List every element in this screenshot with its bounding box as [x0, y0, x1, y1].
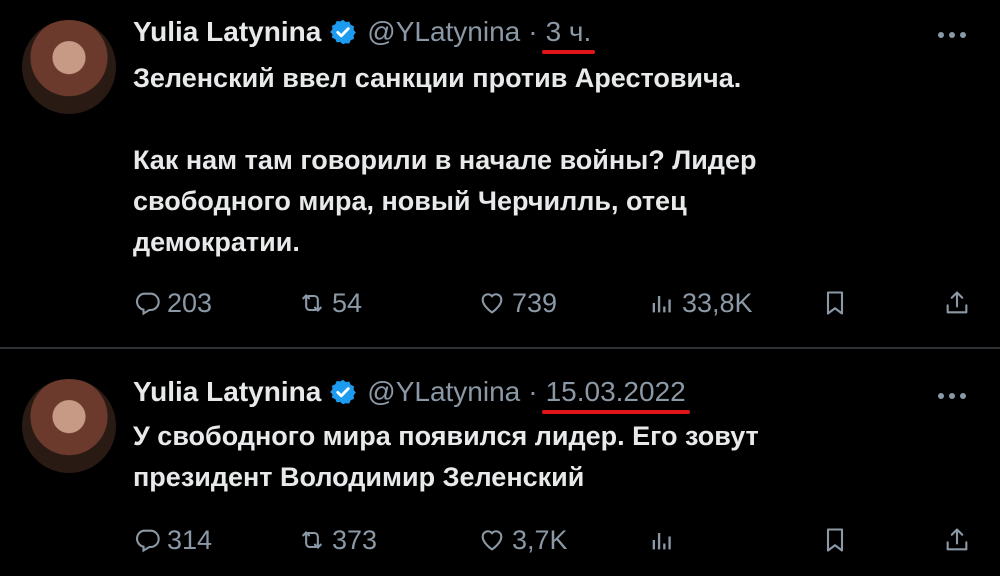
bookmark-button[interactable]: [821, 289, 849, 317]
retweet-icon: [302, 531, 322, 549]
views-button[interactable]: [648, 526, 682, 554]
views-button[interactable]: 33,8K: [648, 288, 753, 319]
reply-count: 203: [167, 287, 213, 318]
like-icon: [481, 530, 503, 551]
bookmark-icon: [826, 291, 844, 315]
views-icon: [652, 296, 671, 313]
tweet-line: У свободного мира появился лидер. Его зо…: [133, 421, 759, 451]
action-bar: 314 373 3,7K: [133, 520, 978, 560]
separator-dot: ·: [528, 16, 538, 47]
like-count: 3,7K: [512, 524, 568, 555]
retweet-button[interactable]: 373: [298, 525, 377, 556]
share-icon: [946, 291, 968, 314]
more-icon[interactable]: [932, 386, 972, 406]
retweet-count: 373: [332, 524, 378, 555]
red-underline: [541, 50, 596, 54]
tweet-header: Yulia Latynina @YLatynina · 3 ч.: [133, 14, 596, 54]
tweet[interactable]: Yulia Latynina @YLatynina · 3 ч. Зеленск…: [0, 0, 1000, 347]
timestamp[interactable]: 15.03.2022: [541, 376, 690, 414]
views-icon: [652, 533, 671, 550]
timestamp-label: 3 ч.: [545, 16, 592, 47]
action-bar: 203 54 739 33,8K: [133, 283, 978, 323]
avatar[interactable]: [22, 20, 116, 114]
separator-dot: ·: [528, 376, 538, 407]
retweet-icon: [302, 294, 322, 312]
like-button[interactable]: 739: [478, 288, 557, 319]
author-handle[interactable]: @YLatynina: [367, 376, 520, 408]
reply-icon: [135, 529, 160, 553]
views-count: 33,8K: [682, 287, 753, 318]
tweet-line: свободного мира, новый Черчилль, отец: [133, 186, 687, 216]
tweet-line: Как нам там говорили в начале войны? Лид…: [133, 145, 757, 175]
tweet-line: президент Володимир Зеленский: [133, 462, 585, 492]
more-icon[interactable]: [932, 25, 972, 45]
verified-badge-icon: [330, 19, 357, 45]
reply-icon: [135, 292, 160, 316]
reply-button[interactable]: 203: [133, 288, 212, 319]
tweet-text: Зеленский ввел санкции против Арестовича…: [133, 58, 973, 263]
like-button[interactable]: 3,7K: [478, 525, 568, 556]
retweet-count: 54: [332, 287, 363, 318]
reply-button[interactable]: 314: [133, 525, 212, 556]
tweet[interactable]: Yulia Latynina @YLatynina · 15.03.2022 У…: [0, 349, 1000, 576]
timestamp[interactable]: 3 ч.: [541, 16, 596, 54]
bookmark-icon: [826, 528, 844, 552]
avatar[interactable]: [22, 379, 116, 473]
verified-badge-icon: [330, 379, 357, 405]
author-name[interactable]: Yulia Latynina: [133, 376, 321, 408]
tweet-line: демократии.: [133, 227, 300, 257]
bookmark-button[interactable]: [821, 526, 849, 554]
share-button[interactable]: [943, 526, 971, 554]
tweet-header: Yulia Latynina @YLatynina · 15.03.2022: [133, 374, 690, 414]
share-button[interactable]: [943, 289, 971, 317]
tweet-line: Зеленский ввел санкции против Арестовича…: [133, 63, 742, 93]
author-name[interactable]: Yulia Latynina: [133, 16, 321, 48]
like-icon: [481, 293, 503, 314]
author-handle[interactable]: @YLatynina: [367, 16, 520, 48]
red-underline: [541, 410, 690, 414]
retweet-button[interactable]: 54: [298, 288, 362, 319]
timestamp-label: 15.03.2022: [545, 376, 686, 407]
tweet-text: У свободного мира появился лидер. Его зо…: [133, 416, 973, 498]
share-icon: [946, 528, 968, 551]
like-count: 739: [512, 287, 558, 318]
reply-count: 314: [167, 524, 213, 555]
